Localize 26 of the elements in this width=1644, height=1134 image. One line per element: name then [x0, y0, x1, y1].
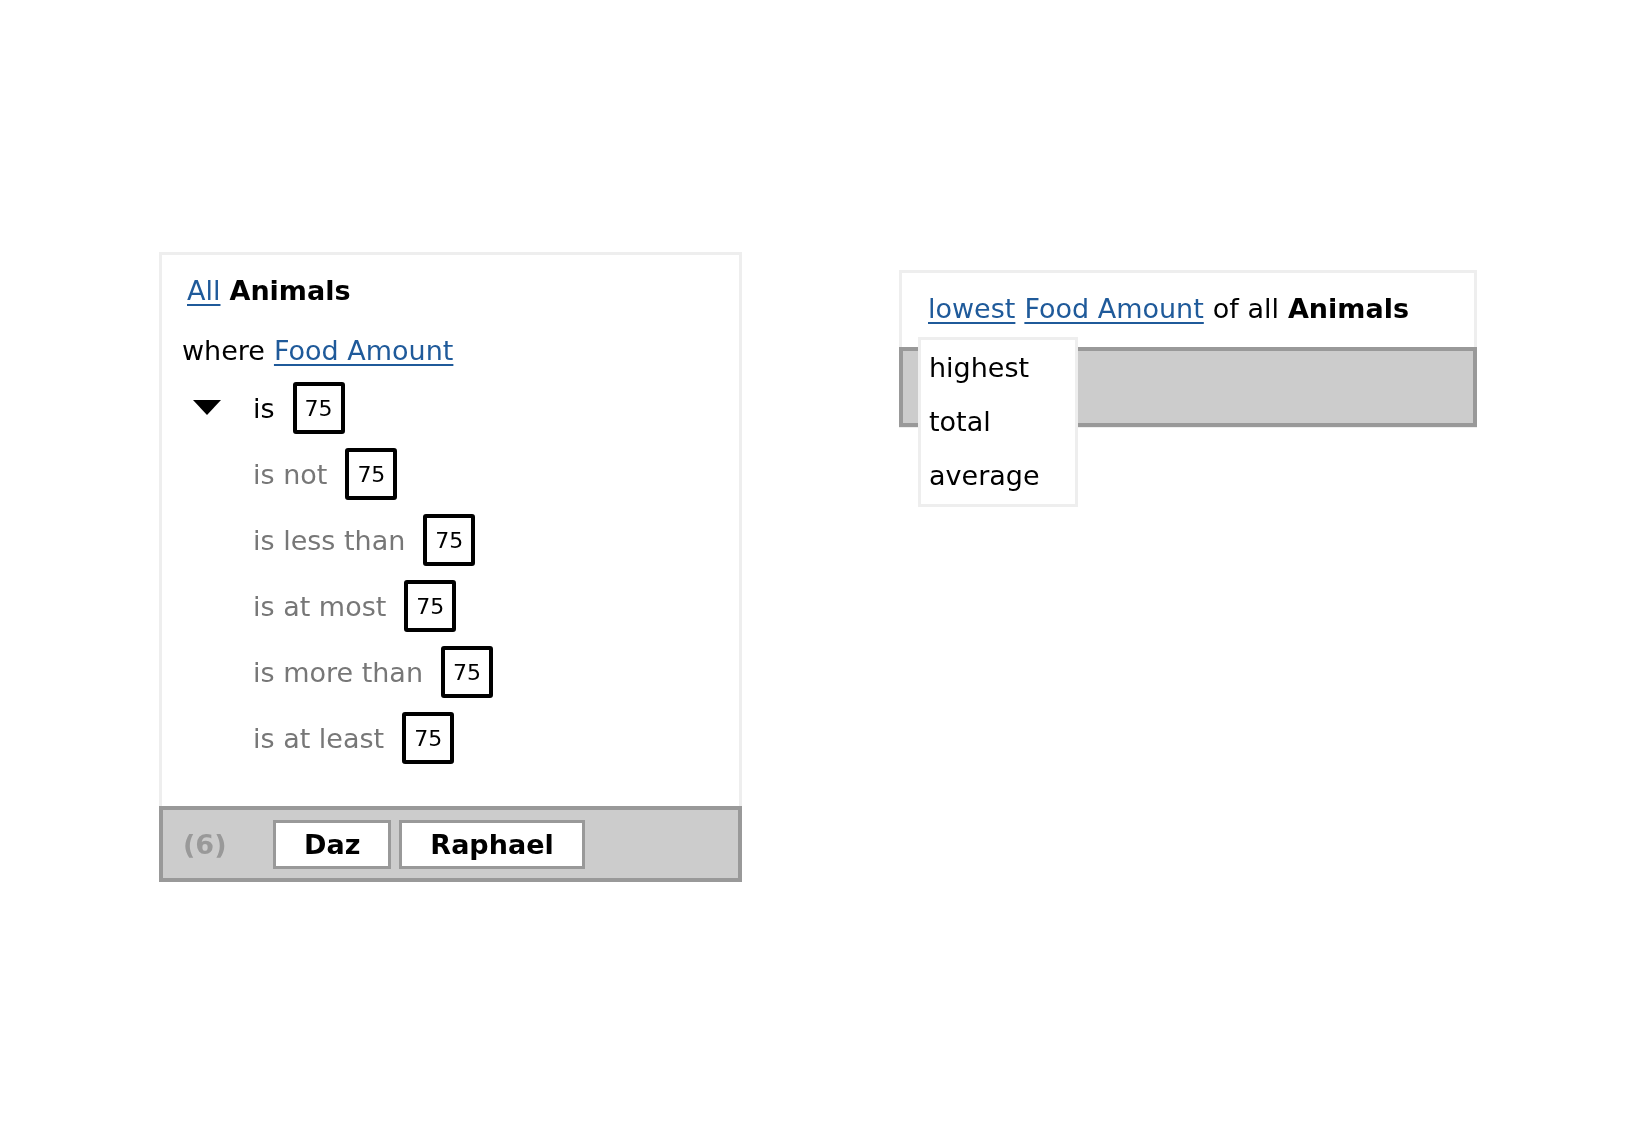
- connector-label: of all: [1212, 293, 1279, 324]
- entity-label: Animals: [1287, 293, 1410, 324]
- operator-option[interactable]: is at most: [253, 590, 387, 622]
- operator-option[interactable]: is at least: [253, 722, 385, 754]
- result-chip[interactable]: Daz: [273, 819, 392, 869]
- value-field[interactable]: 75: [345, 448, 398, 500]
- menu-item[interactable]: total: [929, 402, 1075, 442]
- function-link[interactable]: lowest: [928, 293, 1016, 324]
- menu-item[interactable]: highest: [929, 348, 1075, 388]
- value-field[interactable]: 75: [402, 712, 455, 764]
- value-field[interactable]: 75: [423, 514, 476, 566]
- operator-option[interactable]: is not: [253, 458, 328, 490]
- result-chip[interactable]: Raphael: [399, 819, 585, 869]
- field-link[interactable]: Food Amount: [273, 335, 454, 366]
- menu-item[interactable]: average: [929, 456, 1075, 496]
- field-link[interactable]: Food Amount: [1024, 293, 1204, 324]
- operator-option[interactable]: is less than: [253, 524, 406, 556]
- operator-option[interactable]: is more than: [253, 656, 424, 688]
- value-field[interactable]: 75: [292, 382, 345, 434]
- caret-icon[interactable]: [193, 400, 221, 416]
- value-field[interactable]: 75: [441, 646, 494, 698]
- operator-option[interactable]: is: [253, 392, 275, 424]
- value-field[interactable]: 75: [404, 580, 457, 632]
- where-label: where: [182, 335, 265, 366]
- all-link[interactable]: All: [187, 275, 221, 306]
- entity-label: Animals: [229, 275, 351, 306]
